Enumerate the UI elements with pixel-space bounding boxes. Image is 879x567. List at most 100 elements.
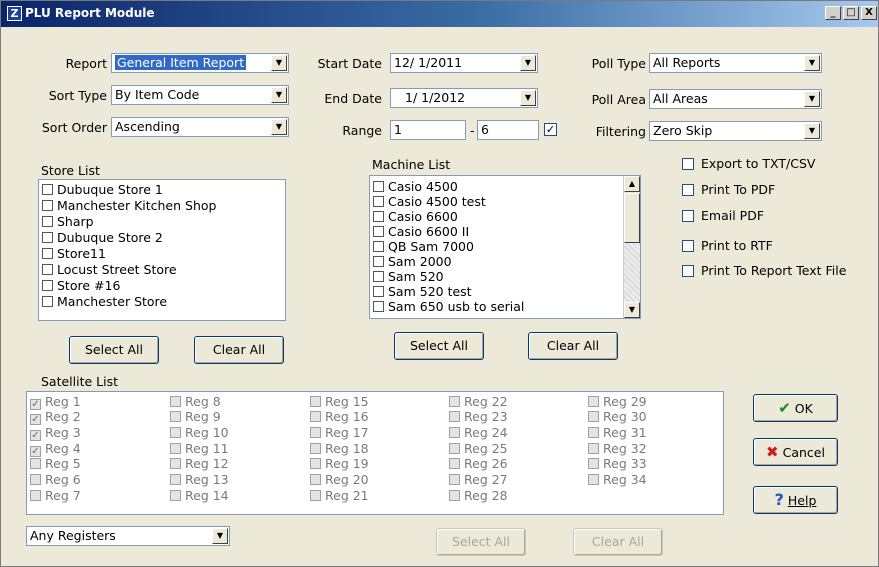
- email-pdf-option[interactable]: Email PDF: [682, 209, 764, 223]
- filtering-select[interactable]: Zero Skip ▼: [649, 121, 822, 141]
- checkbox[interactable]: [42, 216, 53, 227]
- checkbox[interactable]: [373, 181, 384, 192]
- list-item[interactable]: Casio 6600 II: [373, 224, 469, 239]
- checkbox[interactable]: [373, 211, 384, 222]
- print-text-file-option[interactable]: Print To Report Text File: [682, 264, 846, 278]
- list-item[interactable]: Casio 4500 test: [373, 194, 486, 209]
- reg-item: Reg 14: [170, 489, 229, 503]
- chevron-down-icon[interactable]: ▼: [804, 91, 820, 107]
- list-item[interactable]: QB Sam 7000: [373, 239, 474, 254]
- minimize-button[interactable]: _: [825, 6, 841, 20]
- report-label: Report: [65, 56, 107, 71]
- export-txt-option[interactable]: Export to TXT/CSV: [682, 157, 815, 171]
- checkbox[interactable]: [682, 240, 694, 252]
- poll-type-label: Poll Type: [591, 56, 646, 71]
- chevron-down-icon[interactable]: ▼: [520, 90, 536, 106]
- sort-type-select[interactable]: By Item Code ▼: [111, 85, 289, 105]
- checkbox: [30, 490, 41, 501]
- checkbox: [170, 490, 181, 501]
- sort-order-select[interactable]: Ascending ▼: [111, 117, 289, 137]
- list-item[interactable]: Dubuque Store 1: [42, 182, 163, 197]
- checkbox[interactable]: [373, 301, 384, 312]
- reg-item: Reg 33: [588, 457, 647, 471]
- list-item[interactable]: Sam 520 test: [373, 284, 472, 299]
- machine-clear-all-button[interactable]: Clear All: [528, 332, 618, 360]
- chevron-down-icon[interactable]: ▼: [520, 55, 536, 71]
- satellite-select-all-button: Select All: [436, 528, 526, 556]
- maximize-button[interactable]: □: [843, 6, 859, 20]
- chevron-down-icon[interactable]: ▼: [804, 123, 820, 139]
- list-item[interactable]: Manchester Kitchen Shop: [42, 198, 216, 213]
- chevron-down-icon[interactable]: ▼: [271, 87, 287, 103]
- checkbox[interactable]: [682, 210, 694, 222]
- poll-area-label: Poll Area: [591, 92, 646, 107]
- cancel-button[interactable]: ✖ Cancel: [753, 438, 838, 466]
- poll-type-select[interactable]: All Reports ▼: [649, 53, 822, 73]
- checkbox: ✓: [30, 430, 41, 441]
- list-item[interactable]: Manchester Store: [42, 294, 167, 309]
- help-button[interactable]: ? Help: [753, 486, 838, 514]
- machine-list-scrollbar[interactable]: ▲ ▼: [623, 176, 640, 318]
- checkbox[interactable]: [42, 264, 53, 275]
- checkbox[interactable]: [42, 232, 53, 243]
- checkbox: [588, 458, 599, 469]
- range-label: Range: [342, 123, 382, 138]
- end-date-picker[interactable]: 1/ 1/2012 ▼: [390, 88, 538, 108]
- list-item[interactable]: Sam 650 usb to serial: [373, 299, 524, 314]
- checkbox[interactable]: [682, 265, 694, 277]
- list-item[interactable]: Sharp: [42, 214, 94, 229]
- checkbox[interactable]: [373, 196, 384, 207]
- chevron-down-icon[interactable]: ▼: [804, 55, 820, 71]
- checkbox[interactable]: [373, 286, 384, 297]
- scroll-down-icon[interactable]: ▼: [624, 302, 640, 318]
- checkbox[interactable]: [373, 226, 384, 237]
- checkbox[interactable]: [373, 271, 384, 282]
- checkbox: [588, 427, 599, 438]
- checkbox[interactable]: [682, 184, 694, 196]
- list-item[interactable]: Casio 6600: [373, 209, 458, 224]
- list-item[interactable]: Dubuque Store 2: [42, 230, 163, 245]
- chevron-down-icon[interactable]: ▼: [212, 528, 228, 544]
- list-item[interactable]: Sam 520: [373, 269, 444, 284]
- list-item[interactable]: Sam 2000: [373, 254, 452, 269]
- range-to-input[interactable]: 6: [477, 120, 539, 140]
- close-button[interactable]: X: [861, 6, 877, 20]
- checkbox: ✓: [30, 446, 41, 457]
- checkbox[interactable]: [42, 280, 53, 291]
- start-date-picker[interactable]: 12/ 1/2011 ▼: [390, 53, 538, 73]
- machine-select-all-button[interactable]: Select All: [394, 332, 484, 360]
- checkbox[interactable]: [42, 200, 53, 211]
- ok-button[interactable]: ✔ OK: [753, 394, 838, 422]
- checkbox[interactable]: [373, 256, 384, 267]
- range-checkbox[interactable]: ✓: [544, 123, 557, 136]
- print-pdf-option[interactable]: Print To PDF: [682, 183, 775, 197]
- registers-filter-select[interactable]: Any Registers ▼: [26, 526, 230, 546]
- store-list[interactable]: Dubuque Store 1 Manchester Kitchen Shop …: [38, 179, 286, 321]
- machine-list[interactable]: Casio 4500 Casio 4500 test Casio 6600 Ca…: [369, 175, 641, 319]
- list-item[interactable]: Locust Street Store: [42, 262, 177, 277]
- range-separator: -: [470, 123, 475, 138]
- range-from-input[interactable]: 1: [390, 120, 466, 140]
- sort-order-label: Sort Order: [41, 120, 107, 135]
- store-clear-all-button[interactable]: Clear All: [194, 336, 284, 364]
- filtering-label: Filtering: [595, 124, 646, 139]
- checkbox[interactable]: [42, 248, 53, 259]
- checkbox[interactable]: [42, 184, 53, 195]
- poll-area-select[interactable]: All Areas ▼: [649, 89, 822, 109]
- list-item[interactable]: Casio 4500: [373, 179, 458, 194]
- checkbox[interactable]: [373, 241, 384, 252]
- title-bar[interactable]: Z PLU Report Module _ □ X: [1, 1, 878, 27]
- chevron-down-icon[interactable]: ▼: [271, 55, 287, 71]
- store-select-all-button[interactable]: Select All: [69, 336, 159, 364]
- scrollbar-thumb[interactable]: [624, 193, 640, 243]
- scroll-up-icon[interactable]: ▲: [624, 176, 640, 192]
- reg-item: Reg 21: [310, 489, 369, 503]
- report-select[interactable]: General Item Report ▼: [111, 53, 289, 73]
- satellite-list[interactable]: ✓ Reg 1 ✓ Reg 2 ✓ Reg 3 ✓ Reg 4 Reg 5 Reg 6 …: [26, 391, 724, 515]
- checkbox[interactable]: [682, 158, 694, 170]
- chevron-down-icon[interactable]: ▼: [271, 119, 287, 135]
- list-item[interactable]: Store #16: [42, 278, 120, 293]
- list-item[interactable]: Store11: [42, 246, 106, 261]
- print-rtf-option[interactable]: Print to RTF: [682, 239, 773, 253]
- checkbox[interactable]: [42, 296, 53, 307]
